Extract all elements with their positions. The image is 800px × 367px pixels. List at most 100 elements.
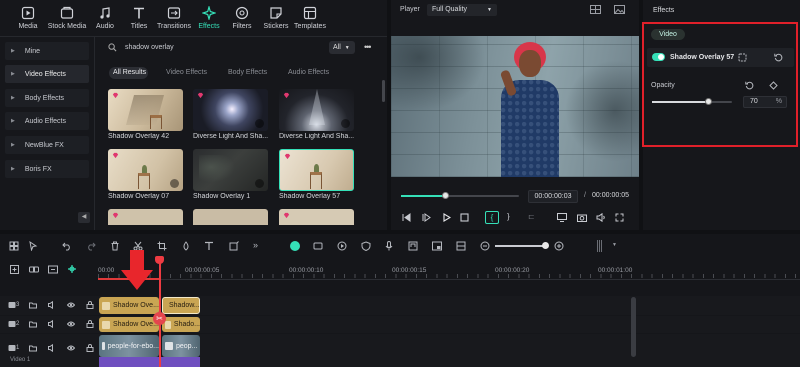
play-icon[interactable] [442,213,451,222]
chevron-down-icon[interactable]: ▼ [612,242,617,248]
library-scrollbar[interactable] [382,80,385,102]
lock-icon[interactable] [86,301,94,309]
effect-thumbnail[interactable] [108,149,183,191]
lock-icon[interactable] [86,344,94,352]
mark-out-icon[interactable]: } [507,212,510,221]
zoom-slider-knob[interactable] [542,242,549,249]
transform-icon[interactable] [229,241,239,251]
timeline-clip[interactable]: Shadow Ove... [99,317,159,332]
split-scissors-marker-icon[interactable]: ✂ [153,312,166,325]
color-icon[interactable] [181,241,191,251]
opacity-slider-knob[interactable] [704,98,712,105]
sidebar-collapse-button[interactable]: ◀ [78,212,90,223]
search-bar[interactable]: shadow overlay [100,40,358,55]
delete-icon[interactable] [110,241,120,251]
folder-icon[interactable] [29,301,37,309]
volume-icon[interactable] [596,213,606,222]
zoom-slider-track[interactable] [495,245,545,247]
effect-thumbnail[interactable] [279,209,354,225]
visibility-eye-icon[interactable] [67,320,75,328]
play-around-icon[interactable] [422,213,431,222]
timeline-video-clip[interactable]: peop... [162,335,200,357]
timeline-clip[interactable]: Shadow Ove... [99,297,159,314]
quality-select[interactable]: Full Quality ▼ [427,4,497,16]
mute-speaker-icon[interactable] [48,344,56,352]
effect-thumbnail[interactable] [193,89,268,131]
folder-icon[interactable] [29,320,37,328]
snapshot-image-icon[interactable] [614,5,625,14]
camera-snapshot-icon[interactable] [577,213,587,222]
search-input[interactable]: shadow overlay [125,44,174,51]
redo-icon[interactable] [86,241,96,251]
sidebar-item-boris-fx[interactable]: ▶ Boris FX [5,160,89,178]
opacity-input[interactable]: 70 % [743,96,787,108]
magnet-snap-icon[interactable] [67,264,77,274]
effect-thumbnail[interactable] [193,209,268,225]
effect-enable-toggle[interactable] [652,53,665,61]
effect-settings-icon[interactable] [738,53,747,62]
zoom-in-icon[interactable] [554,241,564,251]
sidebar-item-video-effects[interactable]: ▶ Video Effects [5,65,89,83]
folder-icon[interactable] [29,344,37,352]
stop-icon[interactable] [460,213,469,222]
shield-icon[interactable] [361,241,371,251]
add-track-icon[interactable] [10,265,19,274]
tab-body-effects[interactable]: Body Effects [228,69,267,76]
effect-thumbnail[interactable] [108,89,183,131]
toolbar-media[interactable]: Media [6,6,50,34]
select-tool-icon[interactable] [28,241,38,251]
search-filter-select[interactable]: All ▼ [329,41,355,54]
sidebar-item-body-effects[interactable]: ▶ Body Effects [5,89,89,107]
sidebar-item-mine[interactable]: ▶ Mine [5,42,89,60]
more-tools-icon[interactable]: » [253,240,258,250]
download-icon[interactable] [170,179,179,188]
playhead-handle[interactable] [155,256,164,264]
effect-thumbnail[interactable] [279,89,354,131]
text-icon[interactable] [204,241,214,251]
reset-icon[interactable] [774,53,783,62]
expand-fullscreen-icon[interactable] [615,213,624,222]
tab-audio-effects[interactable]: Audio Effects [288,69,329,76]
visibility-eye-icon[interactable] [67,301,75,309]
timeline-clip-selected[interactable]: Shadow... [162,297,200,314]
microphone-icon[interactable] [384,241,394,251]
download-icon[interactable] [255,179,264,188]
sidebar-item-audio-effects[interactable]: ▶ Audio Effects [5,112,89,130]
zoom-out-icon[interactable] [480,241,490,251]
visibility-eye-icon[interactable] [67,344,75,352]
record-icon[interactable] [313,241,323,251]
link-icon[interactable] [29,265,39,274]
sidebar-item-newblue-fx[interactable]: ▶ NewBlue FX [5,136,89,154]
undo-icon[interactable] [62,241,72,251]
picture-in-picture-icon[interactable] [432,241,442,251]
track-manage-icon[interactable] [48,265,58,274]
layout-grid-icon[interactable] [9,241,19,251]
tab-video-effects[interactable]: Video Effects [166,69,207,76]
music-track-icon[interactable] [408,241,418,251]
more-options-icon[interactable]: ••• [364,42,372,52]
lock-icon[interactable] [86,320,94,328]
download-icon[interactable] [341,119,350,128]
grid-view-icon[interactable] [590,5,601,14]
display-icon[interactable] [557,213,567,222]
render-icon[interactable] [337,241,347,251]
tab-video[interactable]: Video [651,29,685,40]
toolbar-templates[interactable]: Templates [288,6,332,34]
ai-tool-button[interactable] [290,241,300,251]
playback-progress-track[interactable] [401,192,519,199]
current-time-display[interactable]: 00:00:00:03 [528,190,578,203]
mute-speaker-icon[interactable] [48,320,56,328]
crop-icon[interactable] [157,241,167,251]
download-icon[interactable] [255,119,264,128]
previous-frame-icon[interactable] [402,213,411,222]
keyframe-diamond-icon[interactable] [769,81,778,90]
timeline-clip[interactable]: Shado... [162,317,200,332]
effect-thumbnail[interactable] [108,209,183,225]
mute-speaker-icon[interactable] [48,301,56,309]
effect-thumbnail[interactable] [193,149,268,191]
effect-thumbnail-selected[interactable] [279,149,354,191]
opacity-slider-track[interactable] [652,98,732,105]
snap-icon[interactable] [456,241,466,251]
fullscreen-menu-icon[interactable]: ⊏ [528,212,535,221]
timeline-scrollbar[interactable] [631,297,636,357]
